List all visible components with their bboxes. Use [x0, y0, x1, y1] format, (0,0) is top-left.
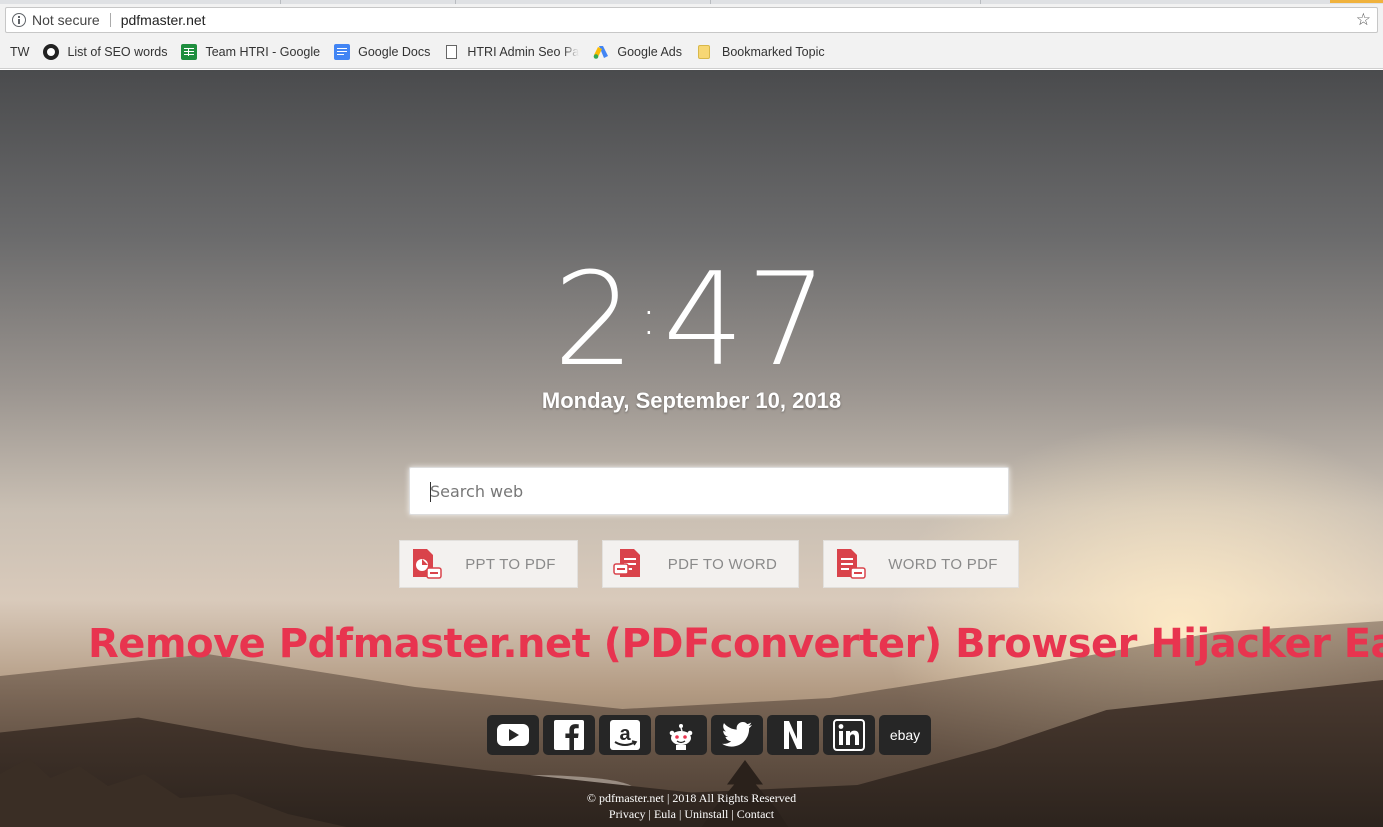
folder-icon	[698, 45, 711, 59]
bookmark-label: Team HTRI - Google	[205, 45, 321, 59]
twitter-link[interactable]	[711, 715, 763, 755]
svg-text:a: a	[619, 723, 631, 745]
bookmark-label: Google Docs	[358, 45, 431, 59]
bookmark-google-ads[interactable]: Google Ads	[593, 44, 682, 60]
copyright-text: © pdfmaster.net | 2018 All Rights Reserv…	[586, 791, 797, 805]
bookmark-label: HTRI Admin Seo Pane	[467, 45, 580, 59]
page-icon	[446, 45, 458, 59]
youtube-link[interactable]	[487, 715, 539, 755]
clock-hour: 2	[553, 246, 637, 395]
clock: 2:47	[0, 248, 1383, 391]
footer-separator: |	[645, 807, 654, 821]
new-tab-page: 2:47 Monday, September 10, 2018 PPT TO P…	[0, 70, 1383, 827]
bookmark-label: Bookmarked Topic	[722, 45, 825, 59]
word-to-pdf-button[interactable]: WORD TO PDF	[823, 540, 1019, 588]
ebay-link[interactable]: ebay	[879, 715, 931, 755]
twitter-icon	[722, 722, 752, 747]
active-tab-indicator	[1330, 0, 1383, 3]
security-label[interactable]: Not secure	[32, 12, 100, 28]
bookmark-seo-words[interactable]: List of SEO words	[43, 44, 167, 60]
converter-label: PDF TO WORD	[667, 555, 778, 573]
info-icon[interactable]	[12, 13, 26, 27]
reddit-link[interactable]	[655, 715, 707, 755]
footer-links: Privacy | Eula | Uninstall | Contact	[0, 806, 1383, 822]
social-links: a ebay	[487, 715, 931, 755]
omnibox-divider	[109, 13, 111, 27]
search-box[interactable]	[409, 467, 1009, 515]
ppt-to-pdf-button[interactable]: PPT TO PDF	[399, 540, 578, 588]
pdf-to-word-icon	[613, 549, 640, 577]
clock-minute: 47	[662, 246, 830, 395]
converter-label: WORD TO PDF	[888, 555, 998, 573]
bookmark-label: List of SEO words	[67, 45, 168, 59]
bookmark-htri-admin[interactable]: HTRI Admin Seo Pane	[444, 45, 579, 59]
search-input[interactable]	[410, 468, 1008, 514]
netflix-icon	[784, 721, 802, 749]
contact-link[interactable]: Contact	[737, 807, 774, 821]
url-text[interactable]: pdfmaster.net	[121, 12, 206, 28]
youtube-icon	[497, 724, 529, 746]
converter-label: PPT TO PDF	[465, 555, 556, 573]
amazon-icon: a	[610, 720, 640, 750]
google-ads-icon	[594, 46, 609, 59]
bookmark-team-htri[interactable]: Team HTRI - Google	[181, 44, 320, 60]
word-to-pdf-icon	[837, 549, 866, 579]
overlay-title: Remove Pdfmaster.net (PDFconverter) Brow…	[88, 621, 1383, 667]
linkedin-link[interactable]	[823, 715, 875, 755]
privacy-link[interactable]: Privacy	[609, 807, 646, 821]
google-docs-icon	[334, 44, 351, 60]
github-icon	[43, 44, 60, 60]
eula-link[interactable]: Eula	[654, 807, 676, 821]
pdf-to-word-button[interactable]: PDF TO WORD	[602, 540, 799, 588]
ppt-to-pdf-icon	[413, 549, 442, 579]
bookmark-label: TW	[10, 45, 30, 59]
uninstall-link[interactable]: Uninstall	[684, 807, 728, 821]
bookmark-star-icon[interactable]: ☆	[1356, 10, 1371, 30]
bookmark-tw[interactable]: TW	[10, 45, 29, 59]
bookmarks-bar: TW List of SEO words Team HTRI - Google …	[0, 36, 1383, 69]
ebay-icon: ebay	[889, 727, 921, 743]
footer: © pdfmaster.net | 2018 All Rights Reserv…	[0, 790, 1383, 822]
date-label: Monday, September 10, 2018	[541, 388, 842, 413]
netflix-link[interactable]	[767, 715, 819, 755]
footer-separator: |	[728, 807, 737, 821]
address-bar[interactable]: Not secure pdfmaster.net ☆	[5, 7, 1378, 33]
bookmark-topic[interactable]: Bookmarked Topic	[696, 45, 825, 59]
bookmark-google-docs[interactable]: Google Docs	[334, 44, 430, 60]
facebook-link[interactable]	[543, 715, 595, 755]
linkedin-icon	[833, 719, 865, 751]
facebook-icon	[554, 720, 584, 750]
amazon-link[interactable]: a	[599, 715, 651, 755]
bookmark-label: Google Ads	[617, 45, 683, 59]
clock-colon: :	[640, 290, 659, 346]
reddit-icon	[669, 724, 693, 750]
text-caret	[430, 482, 431, 502]
address-bar-row: Not secure pdfmaster.net ☆	[0, 4, 1383, 36]
google-sheets-icon	[181, 44, 198, 60]
